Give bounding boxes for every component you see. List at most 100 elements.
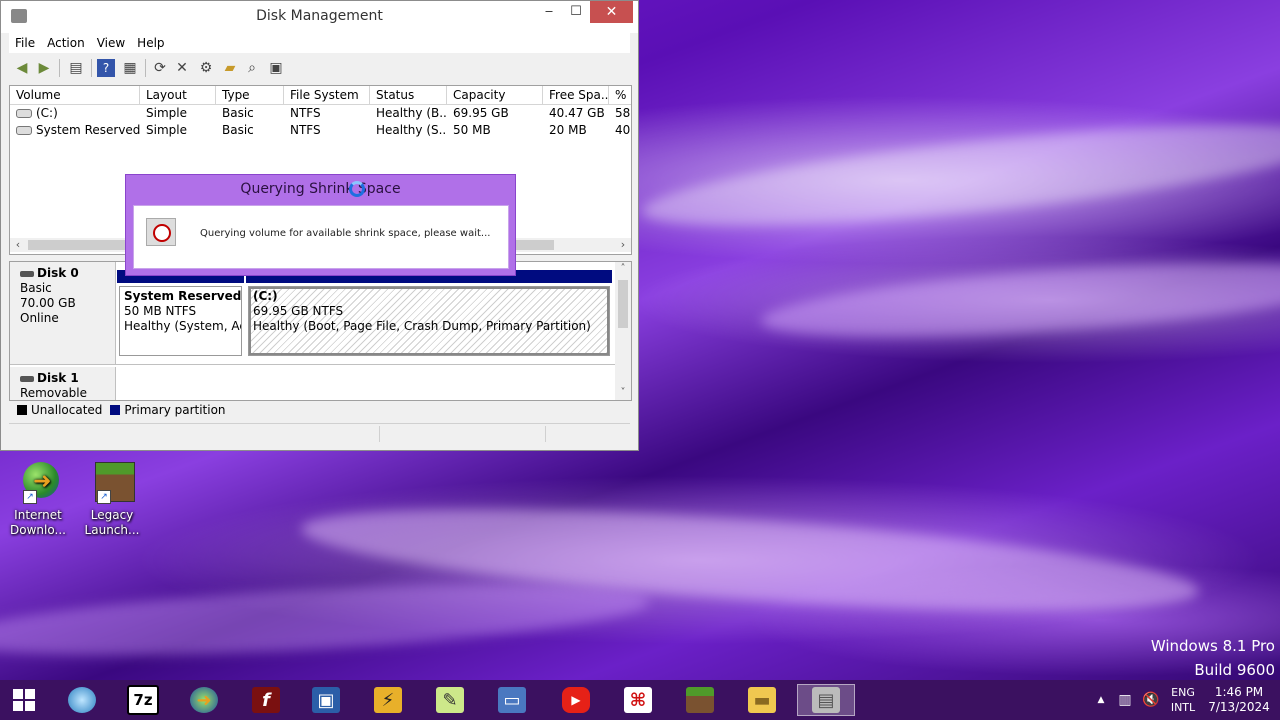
toolbar-separator — [145, 59, 146, 77]
network-icon[interactable]: ▥ — [1114, 680, 1136, 720]
pdf-icon: ⌘ — [624, 687, 652, 713]
disk-management-icon: ▤ — [812, 687, 840, 713]
dialog-title[interactable]: Querying Shrink Space — [126, 181, 515, 197]
show-hide-console-tree-icon[interactable]: ▤ — [67, 59, 85, 77]
start-button[interactable] — [0, 684, 48, 716]
scroll-right-icon[interactable]: › — [615, 238, 631, 252]
globe-icon — [68, 687, 96, 713]
desktop-icon-internet-download-manager[interactable]: ➜ ↗ Internet Downlo... — [0, 460, 76, 538]
partition-size: 69.95 GB NTFS — [253, 304, 344, 318]
search-icon[interactable]: ⌕ — [243, 59, 261, 77]
taskbar-app-idm[interactable]: ➜ — [178, 684, 230, 716]
monitor-icon: ▭ — [498, 687, 526, 713]
status-bar — [9, 423, 630, 444]
lightning-icon: ⚡ — [374, 687, 402, 713]
dialog-body: Querying volume for available shrink spa… — [133, 205, 509, 269]
minecraft-icon — [686, 687, 714, 713]
volume-free-space: 40.47 GB — [549, 106, 605, 120]
column-percent-free[interactable]: % F — [609, 86, 631, 104]
partition-name: (C:) — [253, 289, 278, 303]
disk-properties-icon[interactable]: ▣ — [267, 59, 285, 77]
wallpaper-band — [758, 249, 1280, 351]
toolbar: ◀ ▶ ▤ ? ▦ ⟳ ✕ ⚙ ▰ ⌕ ▣ — [9, 55, 630, 81]
menu-help[interactable]: Help — [131, 33, 170, 53]
volume-layout: Simple — [146, 106, 187, 120]
volume-free-space: 20 MB — [549, 123, 587, 137]
forward-arrow-icon[interactable]: ▶ — [35, 59, 53, 77]
disk-divider — [10, 364, 615, 365]
taskbar-app-pdf[interactable]: ⌘ — [612, 684, 664, 716]
minecraft-icon: ↗ — [89, 460, 135, 504]
taskbar-app-notepad-plus[interactable]: ✎ — [424, 684, 476, 716]
windows-logo-icon — [13, 689, 35, 711]
busy-cursor-icon — [349, 181, 365, 197]
desktop-icon-label: Legacy Launch... — [84, 508, 140, 537]
delete-icon[interactable]: ✕ — [173, 59, 191, 77]
scrollbar-thumb[interactable] — [618, 280, 628, 328]
column-file-system[interactable]: File System — [284, 86, 370, 104]
properties-icon[interactable]: ▦ — [121, 59, 139, 77]
language-code: ENG — [1171, 686, 1195, 699]
volume-layout: Simple — [146, 123, 187, 137]
taskbar-app-media[interactable]: ⚡ — [362, 684, 414, 716]
folder-icon: ▬ — [748, 687, 776, 713]
taskbar-app-7zip[interactable]: 7z — [117, 684, 169, 716]
scroll-left-icon[interactable]: ‹ — [10, 238, 26, 252]
settings-icon[interactable]: ⚙ — [197, 59, 215, 77]
column-capacity[interactable]: Capacity — [447, 86, 543, 104]
menu-action[interactable]: Action — [41, 33, 91, 53]
taskbar-app-flash[interactable]: f — [240, 684, 292, 716]
disk-0-info[interactable]: Disk 0 Basic 70.00 GB Online — [10, 262, 116, 364]
taskbar-app-minecraft[interactable] — [674, 684, 726, 716]
taskbar-app-browser[interactable] — [56, 684, 108, 716]
scroll-up-icon[interactable]: ˄ — [615, 262, 631, 276]
table-row[interactable]: (C:) Simple Basic NTFS Healthy (B... 69.… — [10, 105, 631, 122]
back-arrow-icon[interactable]: ◀ — [13, 59, 31, 77]
refresh-icon[interactable]: ⟳ — [151, 59, 169, 77]
partition-name: System Reserved — [124, 289, 242, 303]
column-status[interactable]: Status — [370, 86, 447, 104]
menu-file[interactable]: File — [9, 33, 41, 53]
minimize-button[interactable]: ‒ — [534, 1, 564, 23]
volume-muted-icon[interactable]: 🔇 — [1140, 680, 1162, 720]
column-layout[interactable]: Layout — [140, 86, 216, 104]
column-free-space[interactable]: Free Spa... — [543, 86, 609, 104]
disk-type: Basic — [20, 281, 52, 295]
maximize-button[interactable]: ☐ — [561, 1, 591, 23]
taskbar-app-virtualbox[interactable]: ▣ — [300, 684, 352, 716]
help-icon[interactable]: ? — [97, 59, 115, 77]
taskbar-app-remote[interactable]: ▭ — [486, 684, 538, 716]
unallocated-swatch — [17, 404, 27, 415]
partition-status: Healthy (Boot, Page File, Crash Dump, Pr… — [253, 319, 591, 333]
desktop-icon-legacy-launcher[interactable]: ↗ Legacy Launch... — [74, 460, 150, 538]
clock-date: 7/13/2024 — [1208, 700, 1270, 714]
scroll-down-icon[interactable]: ˅ — [615, 386, 631, 400]
dialog-message: Querying volume for available shrink spa… — [200, 228, 491, 239]
drive-icon — [16, 109, 32, 118]
volume-name: System Reserved — [36, 123, 140, 137]
volume-type: Basic — [222, 123, 254, 137]
open-folder-icon[interactable]: ▰ — [221, 59, 239, 77]
vertical-scrollbar[interactable]: ˄ ˅ — [615, 262, 631, 400]
show-hidden-icons-button[interactable]: ▲ — [1094, 680, 1108, 720]
taskbar-app-file-explorer[interactable]: ▬ — [736, 684, 788, 716]
keyboard-layout: INTL — [1170, 701, 1196, 714]
input-language-indicator[interactable]: ENG INTL — [1166, 680, 1200, 720]
volume-status: Healthy (B... — [376, 106, 447, 120]
title-bar[interactable]: Disk Management ‒ ☐ ✕ — [1, 1, 638, 33]
taskbar-app-disk-management[interactable]: ▤ — [797, 684, 855, 716]
volume-capacity: 69.95 GB — [453, 106, 509, 120]
partition-system-reserved[interactable]: System Reserved 50 MB NTFS Healthy (Syst… — [117, 270, 244, 358]
querying-shrink-space-dialog: Querying Shrink Space Querying volume fo… — [125, 174, 516, 276]
clock[interactable]: 1:46 PM 7/13/2024 — [1204, 680, 1274, 720]
menu-view[interactable]: View — [91, 33, 131, 53]
column-volume[interactable]: Volume — [10, 86, 140, 104]
disk-graphical-view: Disk 0 Basic 70.00 GB Online System Rese… — [9, 261, 632, 401]
virtualbox-icon: ▣ — [312, 687, 340, 713]
taskbar-app-youtube[interactable]: ▶ — [550, 684, 602, 716]
close-button[interactable]: ✕ — [590, 1, 633, 23]
partition-c-drive[interactable]: (C:) 69.95 GB NTFS Healthy (Boot, Page F… — [246, 270, 612, 358]
table-row[interactable]: System Reserved Simple Basic NTFS Health… — [10, 122, 631, 139]
column-type[interactable]: Type — [216, 86, 284, 104]
disk-1-info[interactable]: Disk 1 Removable (D:) — [10, 367, 116, 400]
